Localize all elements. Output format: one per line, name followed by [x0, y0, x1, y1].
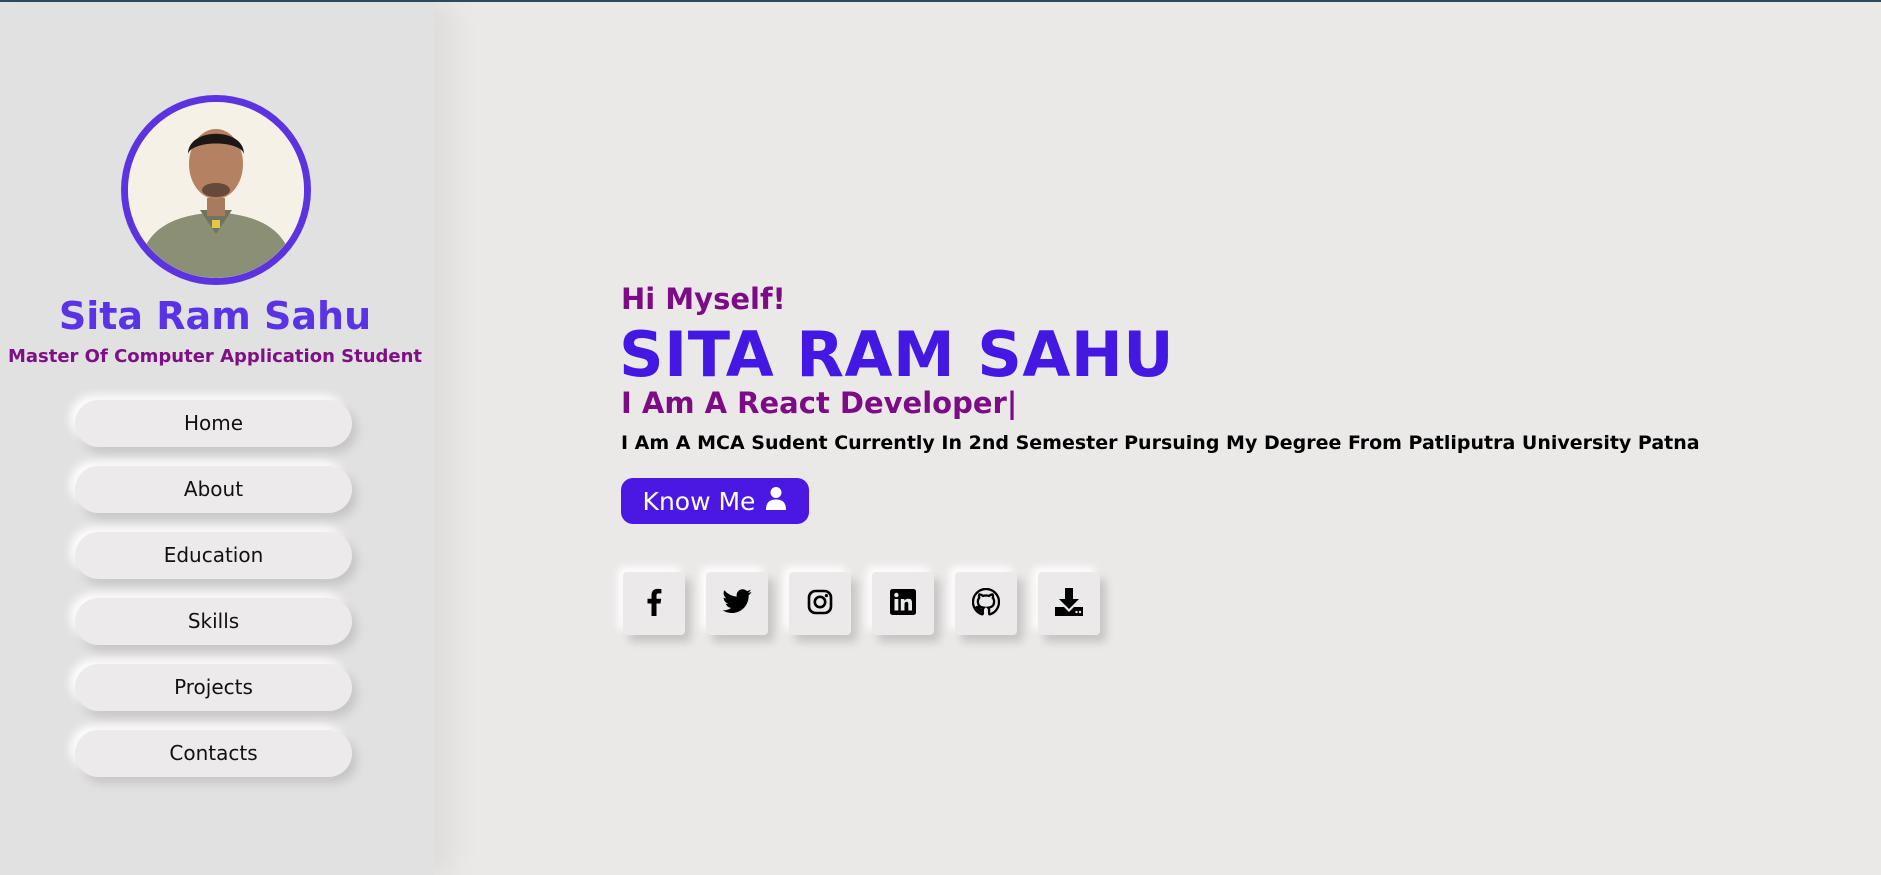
linkedin-icon	[890, 588, 916, 619]
nav-contacts-button[interactable]: Contacts	[75, 730, 352, 777]
nav-about-button[interactable]: About	[75, 466, 352, 513]
nav-projects-button[interactable]: Projects	[75, 664, 352, 711]
github-link[interactable]	[955, 572, 1017, 635]
twitter-link[interactable]	[706, 572, 768, 635]
user-icon	[765, 486, 787, 516]
hero-description: I Am A MCA Sudent Currently In 2nd Semes…	[621, 432, 1700, 454]
download-icon	[1054, 587, 1084, 621]
resume-download-link[interactable]	[1038, 572, 1100, 635]
profile-photo	[128, 102, 304, 278]
hero-role: I Am A React Developer|	[621, 386, 1018, 420]
github-icon	[971, 587, 1001, 620]
sidebar: Sita Ram Sahu Master Of Computer Applica…	[0, 2, 434, 875]
nav-education-button[interactable]: Education	[75, 532, 352, 579]
instagram-icon	[807, 589, 833, 619]
hero-section: Hi Myself! SITA RAM SAHU I Am A React De…	[434, 2, 1881, 875]
know-me-label: Know Me	[642, 486, 756, 516]
facebook-icon	[646, 588, 662, 620]
twitter-icon	[722, 589, 752, 618]
know-me-button[interactable]: Know Me	[621, 478, 809, 524]
nav-skills-button[interactable]: Skills	[75, 598, 352, 645]
nav-home-button[interactable]: Home	[75, 400, 352, 447]
linkedin-link[interactable]	[872, 572, 934, 635]
instagram-link[interactable]	[789, 572, 851, 635]
profile-avatar	[121, 95, 311, 285]
hero-name: SITA RAM SAHU	[619, 318, 1175, 391]
sidebar-name: Sita Ram Sahu	[58, 294, 372, 338]
hero-greeting: Hi Myself!	[621, 282, 786, 316]
facebook-link[interactable]	[623, 572, 685, 635]
sidebar-nav: Home About Education Skills Projects Con…	[75, 400, 352, 796]
sidebar-role: Master Of Computer Application Student	[7, 346, 423, 367]
social-links	[623, 572, 1100, 635]
